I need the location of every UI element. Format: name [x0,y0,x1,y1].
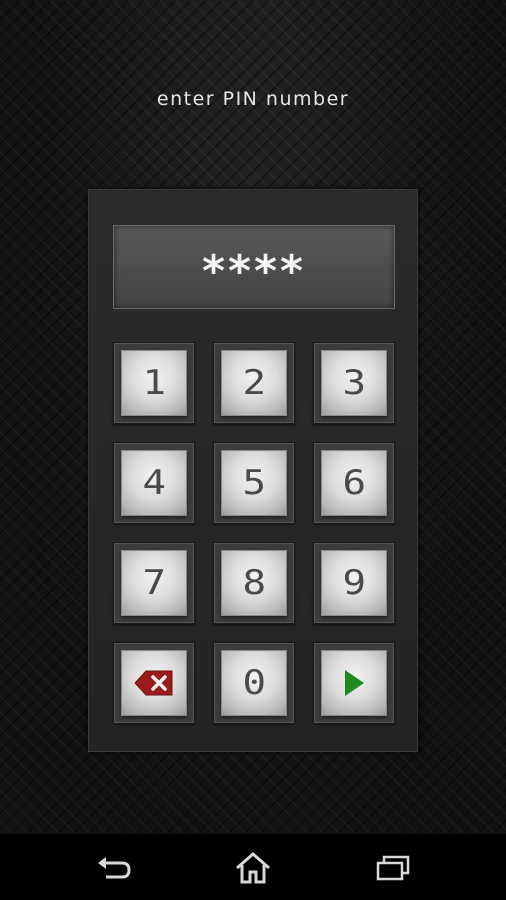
recent-apps-icon [376,855,410,881]
key-label: 3 [342,363,366,403]
pin-screen: enter PIN number **** 1 2 3 4 5 6 7 8 9 … [0,0,506,900]
key-label: 6 [342,463,366,503]
pin-display-value: **** [201,246,307,297]
nav-recent-apps-button[interactable] [373,848,413,888]
key-face: 2 [221,350,287,416]
enter-arrow-icon [345,670,364,696]
key-label: 5 [242,463,266,503]
key-7-button[interactable]: 7 [113,542,195,624]
key-3-button[interactable]: 3 [313,342,395,424]
nav-home-button[interactable] [233,848,273,888]
home-icon [236,852,270,884]
key-face: 0 [221,650,287,716]
key-face: 7 [121,550,187,616]
key-label: 8 [242,563,266,603]
key-face [321,650,387,716]
key-label: 9 [342,563,366,603]
key-face: 4 [121,450,187,516]
key-9-button[interactable]: 9 [313,542,395,624]
key-6-button[interactable]: 6 [313,442,395,524]
key-face: 1 [121,350,187,416]
back-icon [98,857,131,879]
pin-display: **** [113,225,395,309]
enter-button[interactable] [313,642,395,724]
page-title: enter PIN number [156,88,350,110]
key-0-button[interactable]: 0 [213,642,295,724]
key-label: 7 [142,563,166,603]
nav-back-button[interactable] [94,848,134,888]
key-label: 1 [142,363,166,403]
key-face: 9 [321,550,387,616]
backspace-icon [134,670,173,696]
key-1-button[interactable]: 1 [113,342,195,424]
key-face: 6 [321,450,387,516]
key-face [121,650,187,716]
key-label: 2 [242,363,266,403]
key-label: 0 [242,663,266,703]
key-2-button[interactable]: 2 [213,342,295,424]
key-8-button[interactable]: 8 [213,542,295,624]
key-face: 3 [321,350,387,416]
key-4-button[interactable]: 4 [113,442,195,524]
key-5-button[interactable]: 5 [213,442,295,524]
delete-button[interactable] [113,642,195,724]
key-face: 8 [221,550,287,616]
system-nav-bar [0,834,506,900]
key-face: 5 [221,450,287,516]
keypad-panel: **** 1 2 3 4 5 6 7 8 9 0 [88,189,418,752]
key-label: 4 [142,463,166,503]
